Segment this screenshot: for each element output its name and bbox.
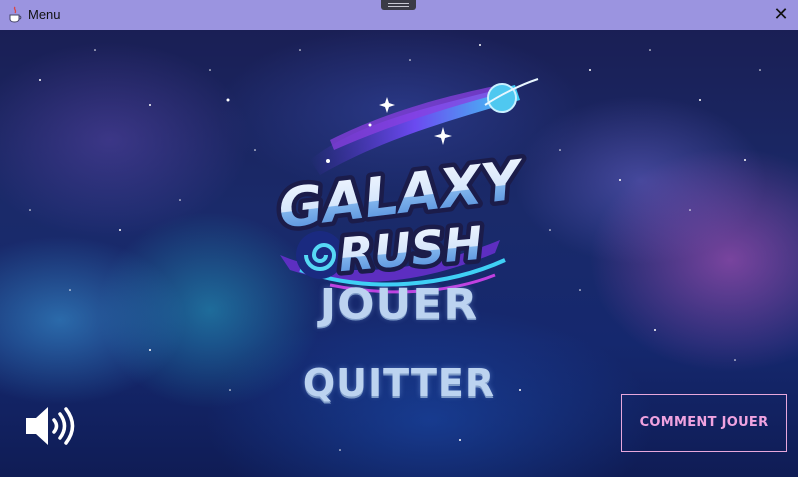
logo-line-2: RUSH	[336, 216, 485, 282]
window-drag-handle[interactable]	[381, 0, 416, 10]
sound-toggle-button[interactable]	[22, 402, 80, 450]
game-menu-screen: GALAXY RUSH JOUER QUITTER COMMENT JOUER	[0, 30, 798, 477]
speaker-icon	[26, 407, 75, 445]
galaxy-rush-logo: GALAXY RUSH	[271, 78, 539, 294]
java-cup-icon	[9, 6, 22, 23]
how-to-play-label: COMMENT JOUER	[639, 415, 769, 430]
how-to-play-button[interactable]: COMMENT JOUER	[621, 394, 787, 452]
close-icon[interactable]: ✕	[770, 4, 792, 26]
window-titlebar: Menu ✕	[0, 0, 798, 30]
play-button[interactable]: JOUER	[0, 280, 798, 328]
window-title: Menu	[28, 7, 61, 22]
